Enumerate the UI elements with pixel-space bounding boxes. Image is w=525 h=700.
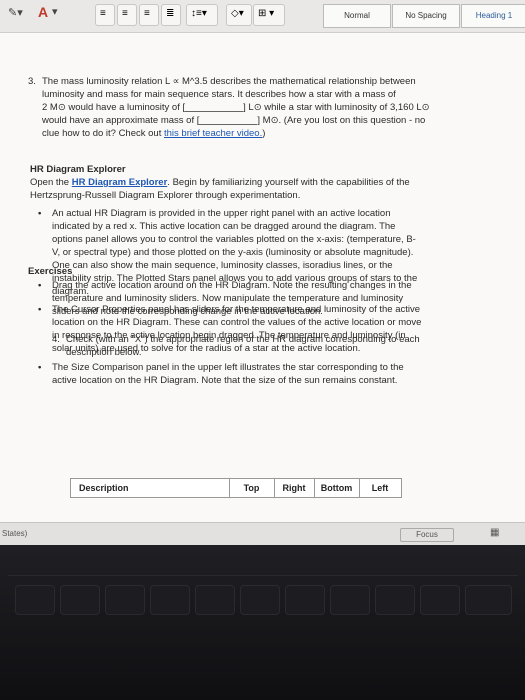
key <box>105 585 145 615</box>
style-no-spacing[interactable]: No Spacing <box>392 4 460 28</box>
bullet-icon: • <box>38 280 42 291</box>
bullet-line: indicated by a red x. This active locati… <box>52 221 396 232</box>
align-right-button[interactable]: ≡ <box>139 4 159 26</box>
justify-button[interactable]: ≣ <box>161 4 181 26</box>
key <box>150 585 190 615</box>
bullet-line: The Size Comparison panel in the upper l… <box>52 362 404 373</box>
q4-line-1: Check (with an "X") the appropriate regi… <box>66 334 420 345</box>
hr-region-table: Description Top Right Bottom Left <box>70 478 402 498</box>
key <box>60 585 100 615</box>
key <box>330 585 370 615</box>
open-text: Open the <box>30 177 72 188</box>
word-window: ✎▾ A ▾ ≡ ≡ ≡ ≣ ↕≡▾ ◇▾ ⊞ ▾ Normal No Spac… <box>0 0 525 545</box>
bullet-icon: • <box>38 208 42 219</box>
bullet-line: V, or spectral type) and those plotted o… <box>52 247 414 258</box>
open-line-2: Hertzsprung-Russell Diagram Explorer thr… <box>30 190 301 201</box>
key <box>195 585 235 615</box>
key <box>285 585 325 615</box>
question-number: 3. <box>28 76 36 87</box>
key <box>240 585 280 615</box>
layout-view-icon[interactable]: ▦ <box>490 527 499 538</box>
bullet-line: Drag the active location around on the H… <box>52 280 412 291</box>
bullet-icon: • <box>38 362 42 373</box>
shading-button[interactable]: ◇▾ <box>226 4 252 26</box>
question-number: 4. <box>52 334 60 345</box>
focus-button[interactable]: Focus <box>400 528 454 542</box>
language-status[interactable]: States) <box>2 529 27 538</box>
mass-answer-field[interactable] <box>199 114 258 125</box>
borders-button[interactable]: ⊞ ▾ <box>253 4 285 26</box>
key <box>465 585 512 615</box>
bullet-icon: • <box>38 304 42 315</box>
ribbon-toolbar: ✎▾ A ▾ ≡ ≡ ≡ ≣ ↕≡▾ ◇▾ ⊞ ▾ Normal No Spac… <box>0 0 525 33</box>
q3-line-1: The mass luminosity relation L ∝ M^3.5 d… <box>42 76 416 87</box>
key <box>420 585 460 615</box>
highlighter-icon[interactable]: ✎▾ <box>8 6 23 19</box>
align-center-button[interactable]: ≡ <box>117 4 137 26</box>
status-bar: States) Focus ▦ <box>0 522 525 545</box>
table-header-top: Top <box>229 479 275 497</box>
section-title: HR Diagram Explorer <box>30 164 126 175</box>
align-left-button[interactable]: ≡ <box>95 4 115 26</box>
q3-line-4b: ] M⊙. (Are you lost on this question - n… <box>257 115 426 126</box>
chevron-down-icon[interactable]: ▾ <box>52 5 58 18</box>
bullet-size-comparison: • The Size Comparison panel in the upper… <box>38 361 487 387</box>
style-normal[interactable]: Normal <box>323 4 391 28</box>
q3-line-5b: ) <box>262 128 266 139</box>
teacher-video-link[interactable]: this brief teacher video. <box>164 128 262 139</box>
q3-line-4a: would have an approximate mass of [ <box>42 115 200 126</box>
table-header-right: Right <box>274 479 315 497</box>
style-heading-1[interactable]: Heading 1 <box>461 4 525 28</box>
bullet-line: options panel allows you to control the … <box>52 234 416 245</box>
line-spacing-button[interactable]: ↕≡▾ <box>186 4 218 26</box>
table-header-description: Description <box>71 479 230 497</box>
key <box>15 585 55 615</box>
bullet-line: temperature and luminosity sliders. Now … <box>52 293 404 304</box>
bullet-line: sliders and note the corresponding chang… <box>52 306 323 317</box>
q3-line-3b: ] L⊙ while a star with luminosity of 3,1… <box>243 102 430 113</box>
table-header-left: Left <box>371 483 389 493</box>
document-page: 3. The mass luminosity relation L ∝ M^3.… <box>0 33 525 545</box>
hr-explorer-link[interactable]: HR Diagram Explorer <box>72 177 168 188</box>
key <box>375 585 415 615</box>
bullet-line: An actual HR Diagram is provided in the … <box>52 208 391 219</box>
open-text-2: . Begin by familiarizing yourself with t… <box>167 177 410 188</box>
font-color-button[interactable]: A <box>38 4 48 20</box>
bullet-line: active location on the HR Diagram. Note … <box>52 375 398 386</box>
q3-line-2: luminosity and mass for main sequence st… <box>42 89 396 100</box>
exercises-section: Exercises • Drag the active location aro… <box>28 265 488 317</box>
q4-line-2: description below. <box>66 347 142 358</box>
luminosity-answer-field[interactable] <box>185 101 244 112</box>
table-header-bottom: Bottom <box>314 479 360 497</box>
hr-section: HR Diagram Explorer Open the HR Diagram … <box>30 163 480 386</box>
q3-line-5a: clue how to do it? Check out <box>42 128 164 139</box>
divider <box>8 575 518 576</box>
q3-line-3a: 2 M⊙ would have a luminosity of [ <box>42 102 186 113</box>
exercises-title: Exercises <box>28 266 73 277</box>
bullet-exercise: • Drag the active location around on the… <box>38 279 487 318</box>
keyboard-area <box>0 545 525 700</box>
